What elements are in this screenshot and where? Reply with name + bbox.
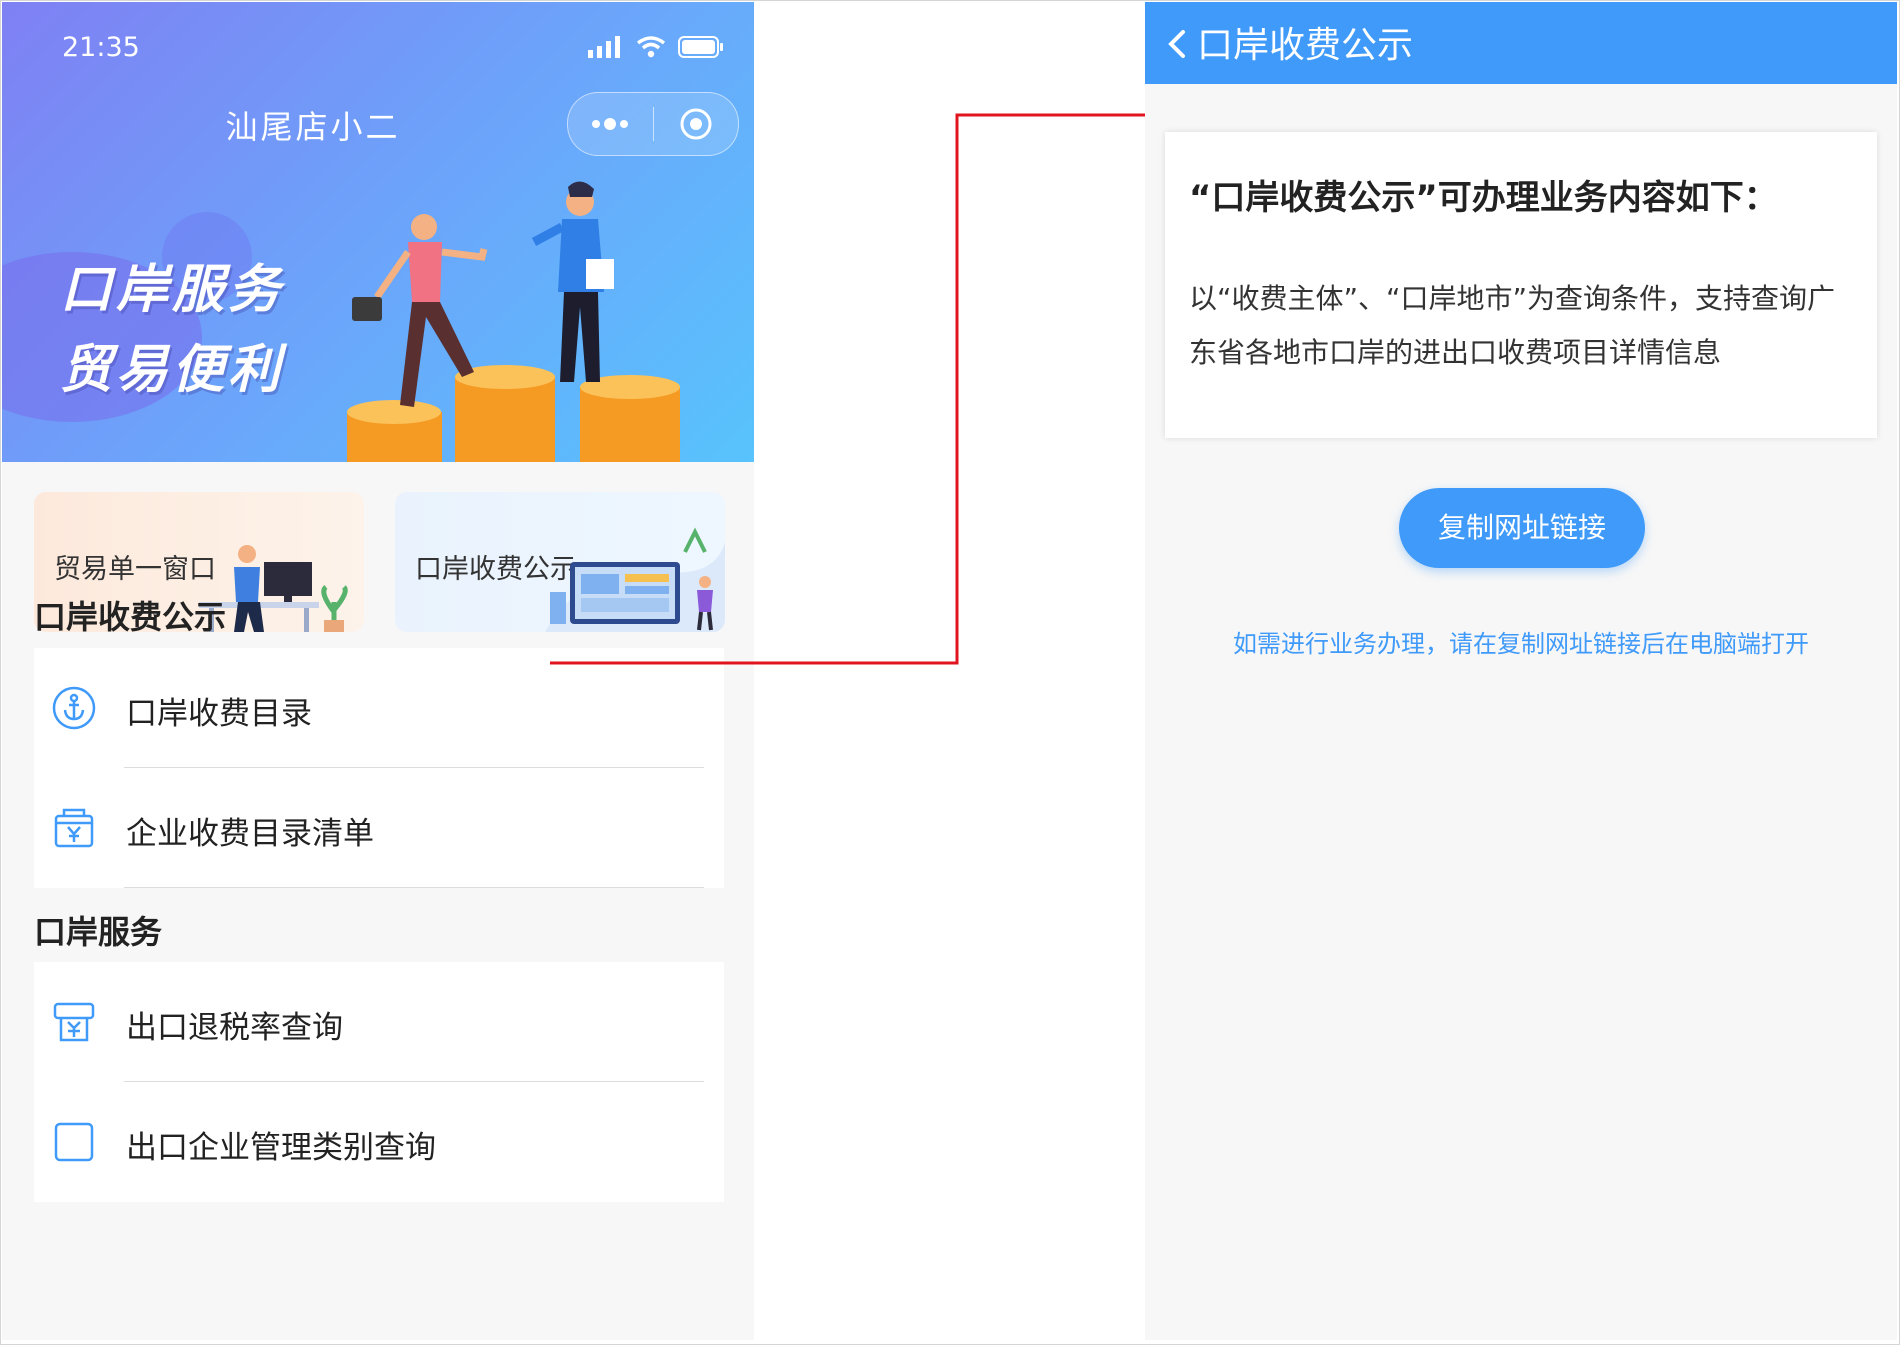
section-title-port-service: 口岸服务	[34, 913, 163, 951]
anchor-icon	[52, 686, 96, 730]
list-item-label: 出口退税率查询	[126, 1010, 343, 1046]
more-dots-icon	[592, 118, 629, 130]
list-item-port-fee-catalog[interactable]: 口岸收费目录	[34, 648, 724, 768]
nav-bar: 口岸收费公示	[1145, 2, 1897, 84]
status-time: 21:35	[62, 32, 140, 63]
list-item-enterprise-category[interactable]: 出口企业管理类别查询	[34, 1082, 724, 1202]
list-item-label: 企业收费目录清单	[126, 816, 374, 852]
banner-illustration	[347, 181, 680, 462]
section-title-port-fee: 口岸收费公示	[34, 598, 227, 636]
card-port-fee-notice[interactable]: 口岸收费公示	[395, 492, 725, 632]
signal-icon	[588, 36, 620, 58]
list-item-label: 口岸收费目录	[126, 696, 312, 732]
banner-slogan-line2: 贸易便利	[60, 340, 285, 400]
target-close-icon	[680, 108, 712, 140]
tax-receipt-icon	[53, 1002, 95, 1042]
yen-bag-icon	[54, 808, 94, 848]
more-button[interactable]	[568, 93, 653, 155]
info-heading: “口岸收费公示”可办理业务内容如下：	[1189, 178, 1778, 218]
dashboard-illustration	[545, 527, 725, 632]
close-miniprogram-button[interactable]	[654, 93, 739, 155]
port-service-list: 出口退税率查询 出口企业管理类别查询	[34, 962, 724, 1202]
info-card: “口岸收费公示”可办理业务内容如下： 以“收费主体”、“口岸地市”为查询条件，支…	[1165, 132, 1877, 438]
info-text: 以“收费主体”、“口岸地市”为查询条件，支持查询广东省各地市口岸的进出口收费项目…	[1189, 282, 1836, 369]
list-item-label: 出口企业管理类别查询	[126, 1130, 436, 1166]
divider	[124, 887, 704, 888]
list-item-export-tax-refund[interactable]: 出口退税率查询	[34, 962, 724, 1082]
standing-person-icon	[531, 181, 614, 382]
category-icon	[54, 1122, 94, 1162]
status-icons	[588, 36, 724, 58]
wifi-icon	[636, 36, 666, 58]
copy-link-button[interactable]: 复制网址链接	[1399, 488, 1645, 568]
coin-stack-icon	[347, 365, 680, 462]
back-chevron-icon[interactable]	[1163, 24, 1193, 64]
card-label: 贸易单一窗口	[54, 554, 216, 585]
list-item-enterprise-fee-list[interactable]: 企业收费目录清单	[34, 768, 724, 888]
nav-title: 口岸收费公示	[1197, 25, 1414, 66]
left-phone-screen: 21:35 汕尾店小二 口岸服务 贸易便利 贸易单一窗口 口岸收费公示 口岸收费…	[2, 2, 754, 1340]
port-fee-list: 口岸收费目录 企业收费目录清单	[34, 648, 724, 888]
banner-slogan-line1: 口岸服务	[60, 260, 285, 320]
right-phone-screen: 口岸收费公示 “口岸收费公示”可办理业务内容如下： 以“收费主体”、“口岸地市”…	[1145, 2, 1897, 1340]
battery-icon	[678, 36, 723, 58]
tip-text: 如需进行业务办理，请在复制网址链接后在电脑端打开	[1233, 630, 1809, 658]
capsule-menu	[567, 92, 739, 156]
banner: 21:35 汕尾店小二 口岸服务 贸易便利	[2, 2, 754, 462]
